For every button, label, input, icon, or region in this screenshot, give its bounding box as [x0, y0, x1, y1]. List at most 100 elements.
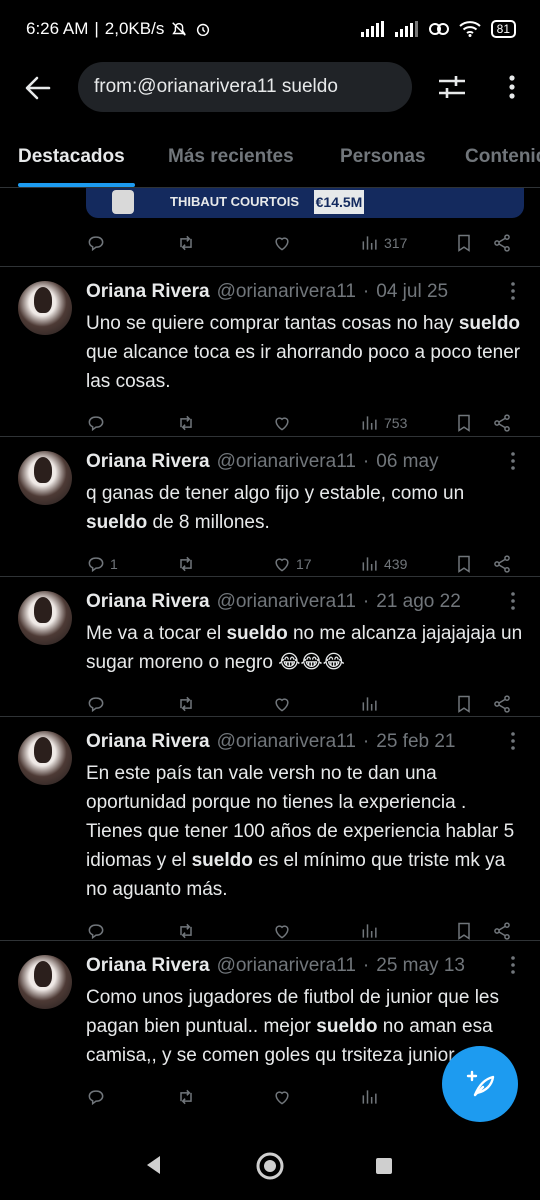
nav-home-icon[interactable] [255, 1151, 285, 1181]
search-input[interactable]: from:@orianarivera11 sueldo [78, 62, 412, 112]
status-right: 81 [360, 20, 516, 38]
bookmark-button[interactable] [454, 228, 474, 258]
views-icon [362, 557, 377, 571]
tweet-more-button[interactable] [510, 731, 516, 756]
status-time: 6:26 AM [26, 19, 89, 38]
share-icon [494, 555, 510, 573]
avatar[interactable] [18, 281, 72, 335]
battery-indicator: 81 [490, 20, 516, 38]
bookmark-button[interactable] [454, 549, 474, 579]
share-icon [494, 414, 510, 432]
author-handle[interactable]: @orianarivera11 [217, 451, 356, 473]
author-name[interactable]: Oriana Rivera [86, 731, 210, 753]
nav-recents-icon[interactable] [375, 1157, 393, 1175]
tweet-header: Oriana Rivera @orianarivera11 · 25 feb 2… [86, 729, 456, 755]
signal-icon [360, 21, 384, 37]
views-icon [362, 697, 377, 711]
tweet[interactable]: Oriana Rivera @orianarivera11 · 04 jul 2… [0, 267, 540, 437]
tweet-text-highlight: sueldo [226, 623, 288, 644]
reply-icon [88, 416, 104, 432]
tab-destacados[interactable]: Destacados [18, 146, 125, 168]
media-card[interactable]: THIBAUT COURTOIS €14.5M [86, 188, 524, 218]
like-button[interactable] [272, 1082, 296, 1112]
share-button[interactable] [492, 408, 512, 438]
tweet-more-button[interactable] [510, 591, 516, 616]
retweet-button[interactable] [176, 408, 196, 438]
views-button[interactable]: 753 [360, 408, 407, 438]
reply-button[interactable] [86, 408, 110, 438]
tweet-more-button[interactable] [510, 955, 516, 980]
retweet-icon [180, 235, 192, 251]
bookmark-button[interactable] [454, 689, 474, 719]
retweet-button[interactable] [176, 549, 196, 579]
retweet-button[interactable] [176, 228, 196, 258]
search-filter-button[interactable] [434, 70, 470, 104]
avatar[interactable] [18, 591, 72, 645]
share-button[interactable] [492, 228, 512, 258]
views-button[interactable]: 317 [360, 228, 407, 258]
views-button[interactable] [360, 689, 384, 719]
tweet[interactable]: Oriana Rivera @orianarivera11 · 25 feb 2… [0, 717, 540, 941]
tweet-actions [86, 689, 514, 719]
tweet-text-highlight: sueldo [191, 850, 253, 871]
share-button[interactable] [492, 689, 512, 719]
bookmark-button[interactable] [454, 408, 474, 438]
author-handle[interactable]: @orianarivera11 [217, 281, 356, 303]
avatar[interactable] [18, 731, 72, 785]
author-handle[interactable]: @orianarivera11 [217, 955, 356, 977]
reply-button[interactable]: 1 [86, 549, 118, 579]
retweet-button[interactable] [176, 689, 196, 719]
more-options-button[interactable] [502, 70, 522, 104]
views-button[interactable] [360, 1082, 384, 1112]
tweet-more-button[interactable] [510, 451, 516, 476]
author-name[interactable]: Oriana Rivera [86, 451, 210, 473]
author-name[interactable]: Oriana Rivera [86, 281, 210, 303]
reply-icon [88, 557, 104, 573]
back-button[interactable] [22, 72, 54, 104]
like-button[interactable] [272, 228, 292, 258]
tweet-text: q ganas de tener algo fijo y estable, co… [86, 479, 526, 537]
tab-personas[interactable]: Personas [340, 146, 426, 168]
like-button[interactable]: 17 [272, 549, 312, 579]
author-name[interactable]: Oriana Rivera [86, 591, 210, 613]
author-name[interactable]: Oriana Rivera [86, 955, 210, 977]
system-nav-bar [0, 1136, 540, 1200]
heart-icon [275, 698, 289, 712]
tweet-text: Me va a tocar el sueldo no me alcanza ja… [86, 619, 526, 677]
tab-mas-recientes[interactable]: Más recientes [168, 146, 294, 168]
author-handle[interactable]: @orianarivera11 [217, 731, 356, 753]
like-button[interactable] [272, 689, 296, 719]
heart-icon [275, 1091, 289, 1105]
more-horizontal-icon [511, 452, 515, 470]
reply-icon [88, 697, 104, 713]
views-count: 753 [384, 415, 408, 431]
like-button[interactable] [272, 408, 296, 438]
compose-feather-icon [466, 1070, 495, 1097]
avatar[interactable] [18, 955, 72, 1009]
tweet[interactable]: Oriana Rivera @orianarivera11 · 21 ago 2… [0, 577, 540, 717]
meta-separator: · [362, 955, 370, 976]
tweet-more-button[interactable] [510, 281, 516, 306]
sliders-icon [439, 76, 465, 98]
tweet-header: Oriana Rivera @orianarivera11 · 21 ago 2… [86, 589, 461, 615]
author-handle[interactable]: @orianarivera11 [217, 591, 356, 613]
tab-contenido[interactable]: Contenido [465, 146, 540, 168]
reply-icon [88, 236, 104, 252]
nav-back-icon[interactable] [144, 1154, 162, 1176]
share-button[interactable] [492, 549, 512, 579]
avatar[interactable] [18, 451, 72, 505]
more-horizontal-icon [511, 282, 515, 300]
views-count: 317 [384, 235, 408, 251]
retweet-button[interactable] [176, 1082, 196, 1112]
reply-button[interactable] [86, 689, 110, 719]
reply-count: 1 [110, 556, 118, 572]
compose-button[interactable] [442, 1046, 518, 1122]
arrow-left-icon [25, 76, 51, 100]
more-horizontal-icon [511, 956, 515, 974]
heart-icon [275, 237, 289, 251]
views-button[interactable]: 439 [360, 549, 407, 579]
reply-button[interactable] [86, 1082, 110, 1112]
tweet[interactable]: Oriana Rivera @orianarivera11 · 06 may q… [0, 437, 540, 577]
reply-button[interactable] [86, 228, 106, 258]
bookmark-icon [458, 414, 470, 432]
